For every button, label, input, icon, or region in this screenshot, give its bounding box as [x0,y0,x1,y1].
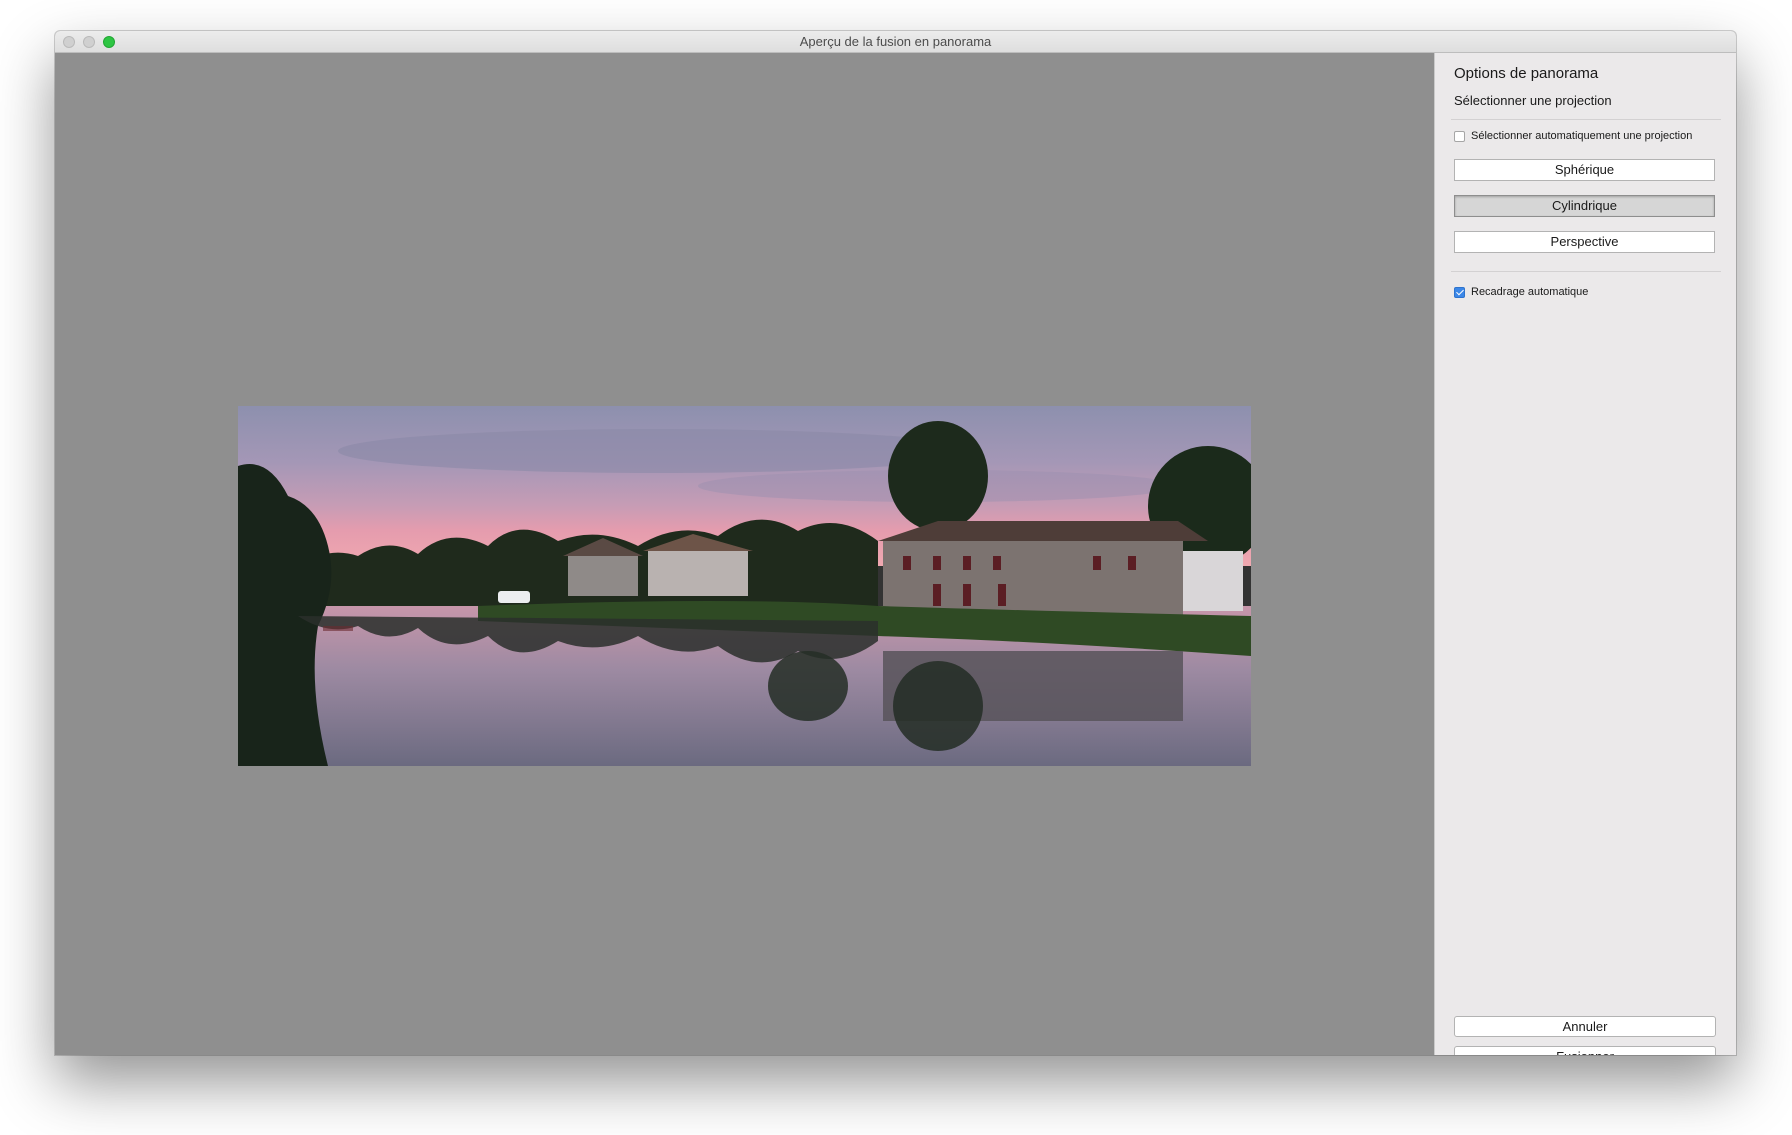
cylindrical-projection-button[interactable]: Cylindrique [1454,195,1715,217]
panorama-merge-window: Aperçu de la fusion en panorama Options … [55,31,1736,1055]
merge-button[interactable]: Fusionner [1454,1046,1716,1055]
title-bar[interactable]: Aperçu de la fusion en panorama [55,31,1736,53]
auto-crop-checkbox[interactable] [1454,286,1465,298]
auto-crop-row[interactable]: Recadrage automatique [1454,286,1588,298]
auto-select-projection-label: Sélectionner automatiquement une project… [1471,130,1693,142]
spherical-projection-button[interactable]: Sphérique [1454,159,1715,181]
preview-area [55,53,1434,1055]
auto-crop-label: Recadrage automatique [1471,286,1589,298]
divider [1451,119,1721,120]
panorama-preview-image [238,406,1251,766]
auto-select-projection-row[interactable]: Sélectionner automatiquement une project… [1454,130,1692,142]
panorama-photo [238,406,1251,766]
cancel-button[interactable]: Annuler [1454,1016,1716,1037]
projection-heading: Sélectionner une projection [1454,93,1612,108]
window-title: Aperçu de la fusion en panorama [799,34,992,49]
perspective-projection-button[interactable]: Perspective [1454,231,1715,253]
auto-select-projection-checkbox[interactable] [1454,130,1465,142]
panorama-options-sidebar: Options de panorama Sélectionner une pro… [1434,53,1736,1055]
desktop: Aperçu de la fusion en panorama Options … [0,0,1792,1135]
divider [1451,271,1721,272]
panel-title: Options de panorama [1454,65,1599,82]
